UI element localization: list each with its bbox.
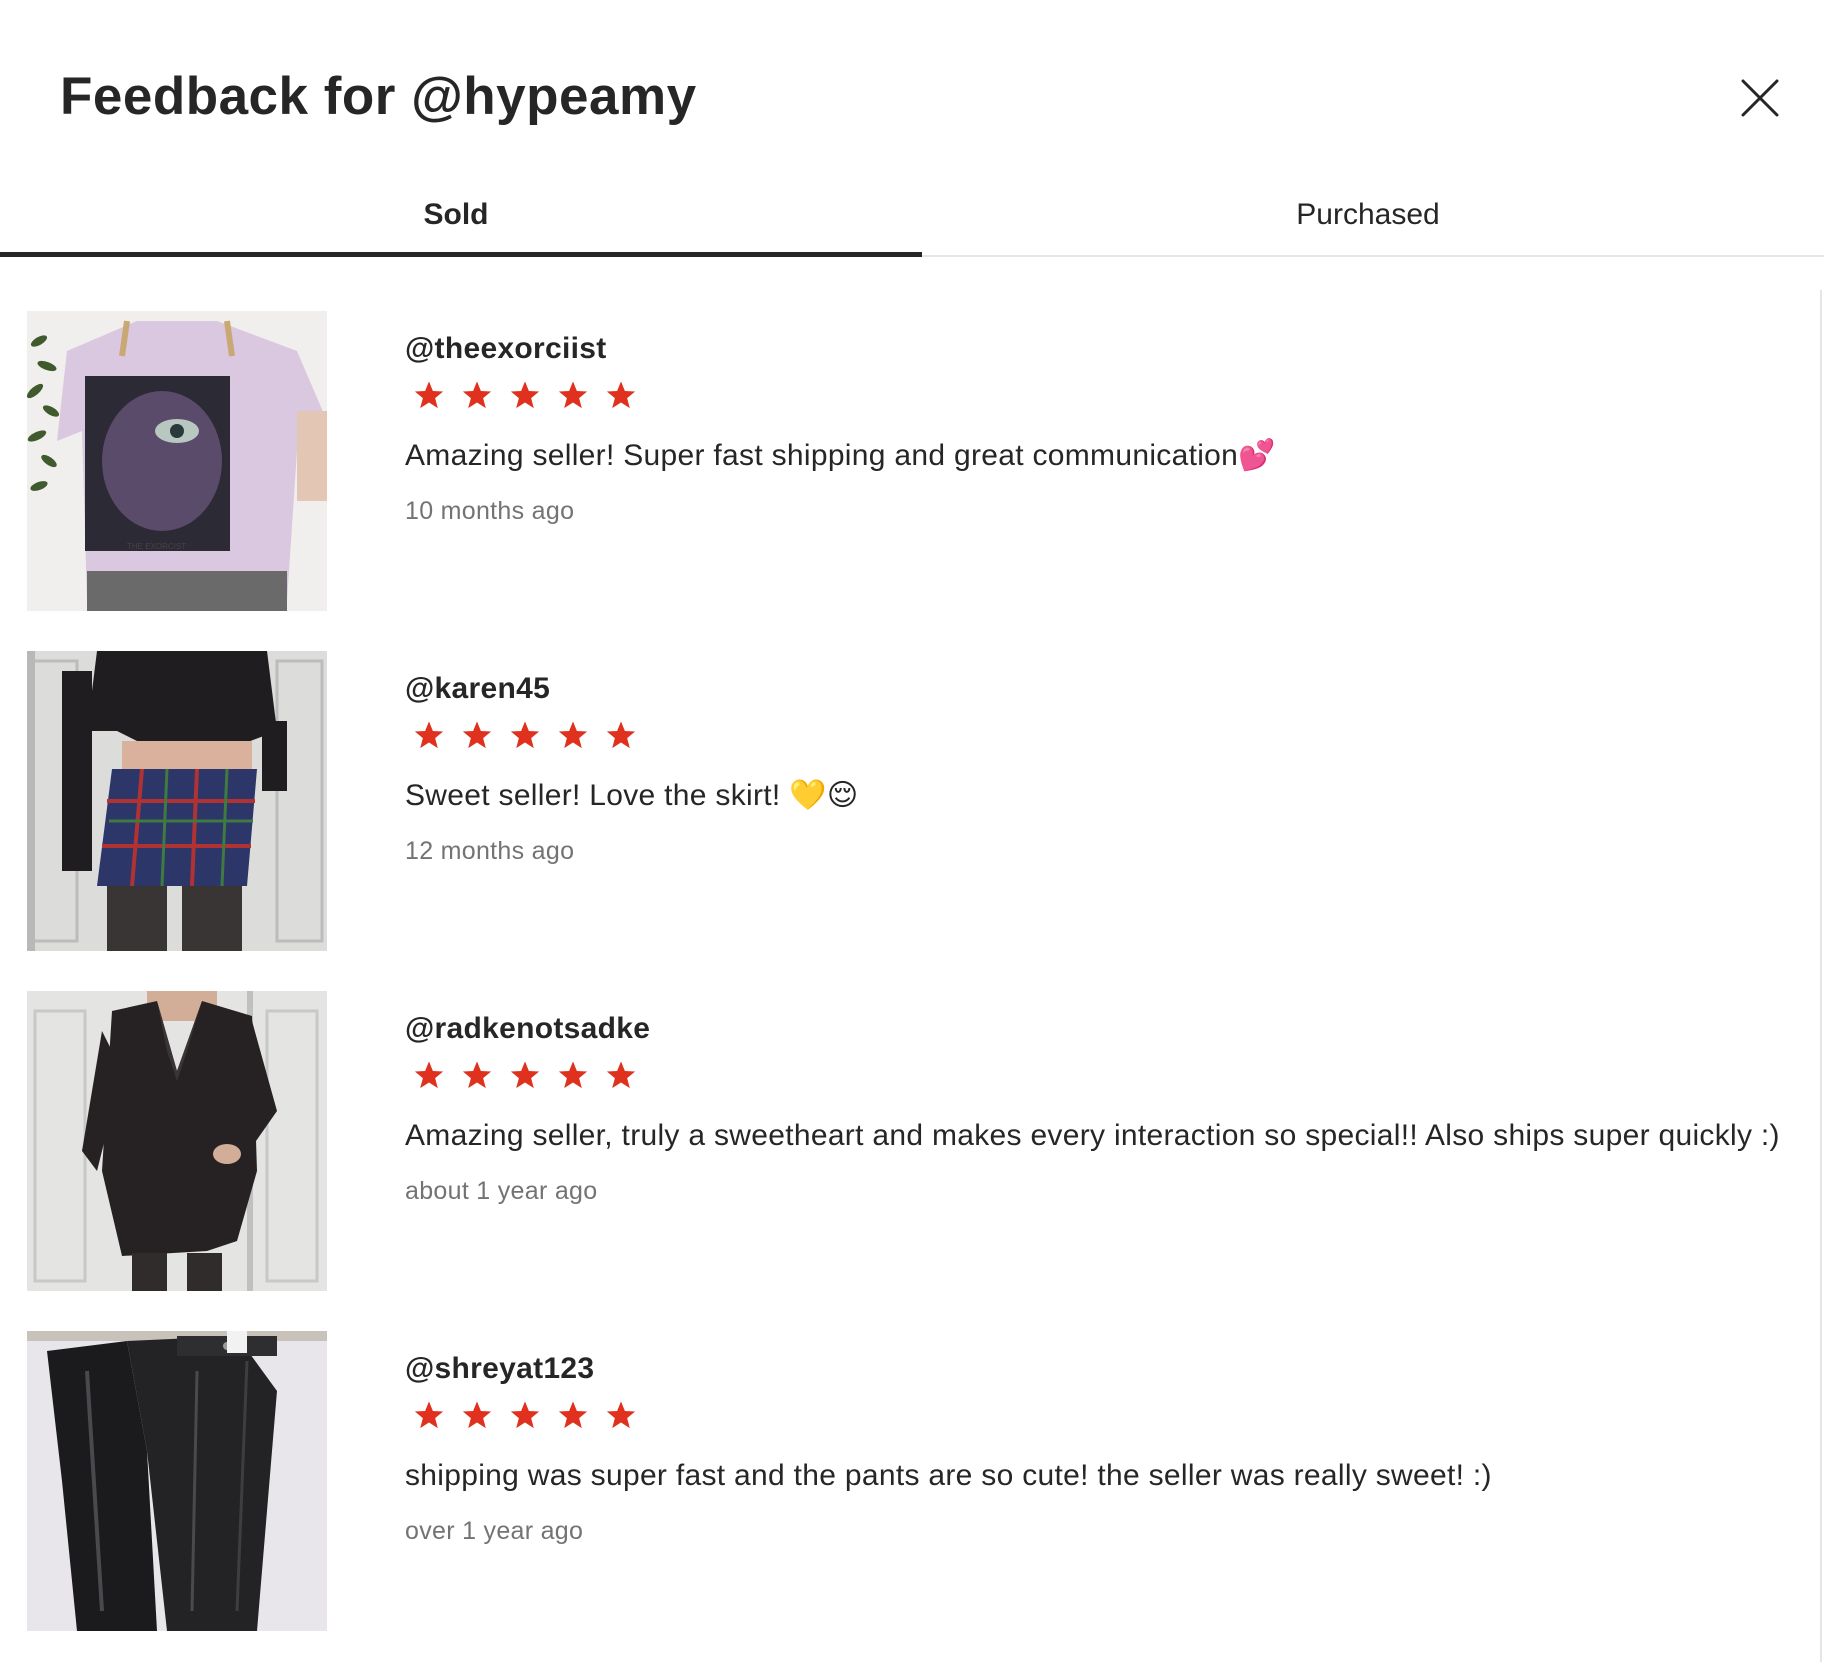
feedback-timestamp: 12 months ago: [405, 837, 575, 865]
black-leather-pants-photo: [27, 1331, 327, 1631]
feedback-comment: Sweet seller! Love the skirt! 💛😌: [405, 779, 859, 812]
feedback-comment: Amazing seller! Super fast shipping and …: [405, 439, 1276, 472]
modal-header: Feedback for @hypeamy: [0, 0, 1824, 175]
star-icon: [414, 1061, 444, 1089]
star-icon: [414, 381, 444, 409]
listing-thumbnail[interactable]: [27, 1331, 327, 1631]
star-icon: [606, 381, 636, 409]
feedback-item: @karen45 Sweet seller! Love the skirt! 💛…: [0, 651, 1800, 951]
star-icon: [510, 1061, 540, 1089]
feedback-item: @radkenotsadke Amazing seller, truly a s…: [0, 991, 1800, 1291]
star-icon: [558, 1401, 588, 1429]
feedback-comment: shipping was super fast and the pants ar…: [405, 1459, 1492, 1492]
feedback-timestamp: 10 months ago: [405, 497, 575, 525]
reviewer-username[interactable]: @radkenotsadke: [405, 1009, 1800, 1049]
feedback-content: @shreyat123 shipping was super fast and …: [405, 1331, 1800, 1547]
star-rating: [405, 1055, 1800, 1095]
star-icon: [462, 721, 492, 749]
star-rating: [405, 375, 1800, 415]
star-icon: [558, 721, 588, 749]
star-icon: [414, 1401, 444, 1429]
feedback-modal: Feedback for @hypeamy Sold Purchased THE…: [0, 0, 1824, 1662]
star-icon: [462, 1061, 492, 1089]
lavender-graphic-tshirt-photo: THE EXORCIST: [27, 311, 327, 611]
star-icon: [606, 1401, 636, 1429]
star-icon: [606, 721, 636, 749]
star-rating: [405, 715, 1800, 755]
star-icon: [558, 381, 588, 409]
star-rating: [405, 1395, 1800, 1435]
tab-sold[interactable]: Sold: [0, 175, 922, 257]
svg-text:THE EXORCIST: THE EXORCIST: [127, 542, 186, 551]
star-icon: [462, 381, 492, 409]
star-icon: [510, 721, 540, 749]
star-icon: [606, 1061, 636, 1089]
feedback-content: @radkenotsadke Amazing seller, truly a s…: [405, 991, 1800, 1207]
close-button[interactable]: [1740, 78, 1780, 118]
close-icon: [1741, 79, 1779, 117]
feedback-item: @shreyat123 shipping was super fast and …: [0, 1331, 1800, 1631]
feedback-list[interactable]: THE EXORCIST @theexorciist Amazing selle…: [0, 290, 1822, 1662]
star-icon: [558, 1061, 588, 1089]
star-icon: [510, 381, 540, 409]
reviewer-username[interactable]: @theexorciist: [405, 329, 1800, 369]
feedback-tabs: Sold Purchased: [0, 175, 1824, 257]
listing-thumbnail[interactable]: [27, 991, 327, 1291]
star-icon: [510, 1401, 540, 1429]
reviewer-username[interactable]: @karen45: [405, 669, 1800, 709]
feedback-content: @karen45 Sweet seller! Love the skirt! 💛…: [405, 651, 1800, 867]
star-icon: [462, 1401, 492, 1429]
feedback-timestamp: over 1 year ago: [405, 1517, 584, 1545]
reviewer-username[interactable]: @shreyat123: [405, 1349, 1800, 1389]
plaid-skirt-outfit-photo: [27, 651, 327, 951]
listing-thumbnail[interactable]: THE EXORCIST: [27, 311, 327, 611]
star-icon: [414, 721, 444, 749]
tab-purchased[interactable]: Purchased: [912, 175, 1824, 255]
feedback-content: @theexorciist Amazing seller! Super fast…: [405, 311, 1800, 527]
feedback-item: THE EXORCIST @theexorciist Amazing selle…: [0, 311, 1800, 611]
black-blazer-dress-photo: [27, 991, 327, 1291]
feedback-comment: Amazing seller, truly a sweetheart and m…: [405, 1119, 1780, 1152]
listing-thumbnail[interactable]: [27, 651, 327, 951]
modal-title: Feedback for @hypeamy: [60, 67, 697, 126]
feedback-timestamp: about 1 year ago: [405, 1177, 598, 1205]
